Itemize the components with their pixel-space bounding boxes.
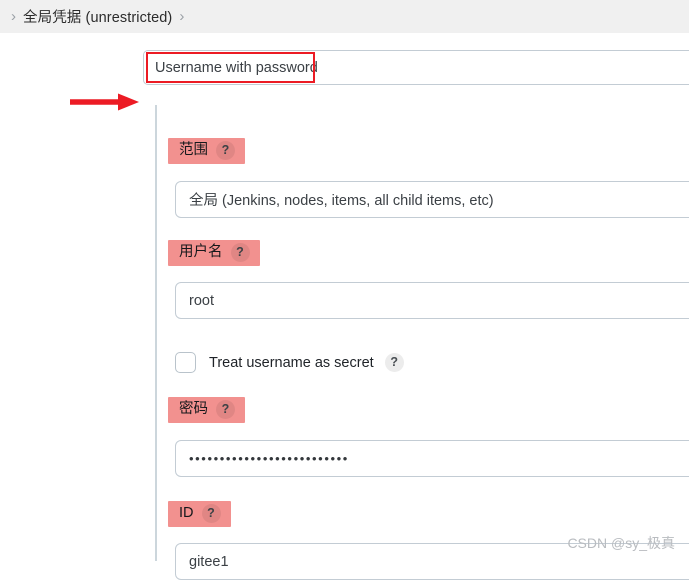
field-username-input-wrap: root	[157, 282, 689, 319]
page-body: Username with password 范围 ? 全局 (Jenkins,…	[0, 33, 689, 580]
breadcrumb-bar: › 全局凭据 (unrestricted) ›	[0, 0, 689, 33]
username-value: root	[189, 292, 214, 309]
scope-value: 全局 (Jenkins, nodes, items, all child ite…	[189, 193, 494, 209]
password-label: 密码 ?	[168, 397, 245, 423]
credentials-form-panel: 范围 ? 全局 (Jenkins, nodes, items, all chil…	[155, 105, 689, 580]
help-icon-password[interactable]: ?	[216, 400, 235, 419]
field-password: 密码 ?	[157, 397, 689, 423]
treat-username-as-secret-row[interactable]: Treat username as secret ?	[175, 352, 404, 373]
id-value: gitee1	[189, 553, 229, 570]
id-label: ID ?	[168, 501, 231, 527]
scope-select[interactable]: 全局 (Jenkins, nodes, items, all child ite…	[175, 181, 689, 218]
scope-label: 范围 ?	[168, 138, 245, 164]
treat-username-as-secret-checkbox[interactable]	[175, 352, 196, 373]
credential-type-select-wrapper: Username with password	[143, 50, 689, 85]
breadcrumb-item-global-credentials[interactable]: 全局凭据 (unrestricted)	[23, 6, 172, 27]
username-label: 用户名 ?	[168, 240, 260, 266]
treat-username-as-secret-label: Treat username as secret	[209, 354, 374, 371]
id-label-text: ID	[179, 505, 194, 522]
credential-type-select[interactable]: Username with password	[143, 50, 689, 85]
field-id: ID ?	[157, 501, 689, 527]
credential-type-value: Username with password	[155, 59, 318, 76]
field-username: 用户名 ?	[157, 240, 689, 266]
help-icon-username[interactable]: ?	[230, 243, 250, 262]
red-arrow-annotation-icon	[70, 93, 139, 111]
watermark: CSDN @sy_极真	[567, 535, 675, 551]
username-label-text: 用户名	[179, 244, 223, 261]
password-value: ••••••••••••••••••••••••••	[189, 451, 349, 466]
help-icon-treat-username-as-secret[interactable]: ?	[384, 353, 404, 372]
username-input[interactable]: root	[175, 282, 689, 319]
chevron-right-icon-trailing: ›	[179, 8, 185, 25]
help-icon-id[interactable]: ?	[201, 504, 221, 523]
scope-label-text: 范围	[179, 142, 208, 159]
field-scope: 范围 ?	[157, 138, 689, 164]
help-icon-scope[interactable]: ?	[216, 141, 235, 160]
password-input[interactable]: ••••••••••••••••••••••••••	[175, 440, 689, 477]
password-label-text: 密码	[179, 401, 208, 418]
field-scope-input-wrap: 全局 (Jenkins, nodes, items, all child ite…	[157, 181, 689, 218]
chevron-right-icon: ›	[11, 8, 16, 25]
field-password-input-wrap: ••••••••••••••••••••••••••	[157, 440, 689, 477]
